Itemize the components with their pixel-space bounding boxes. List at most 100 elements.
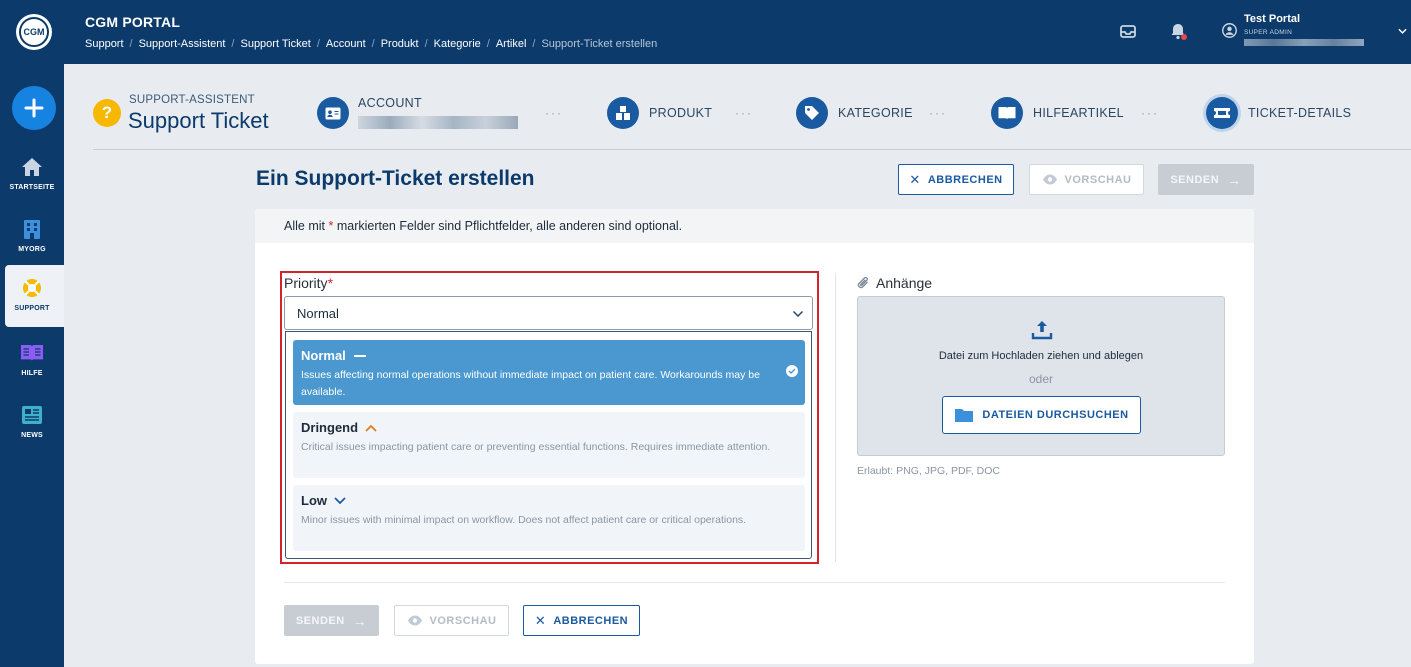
add-button[interactable] [12,86,56,130]
option-title: Normal [301,348,346,363]
cgm-logo[interactable]: CGM [16,14,52,50]
ticket-icon [1206,97,1238,129]
sidebar-item-support[interactable]: SUPPORT [5,265,64,327]
sidebar-item-startseite[interactable]: STARTSEITE [0,144,64,206]
send-button-bottom[interactable]: SENDEN → [284,605,379,636]
close-icon: ✕ [534,612,547,628]
priority-option-low[interactable]: Low Minor issues with minimal impact on … [293,485,805,551]
preview-button-top[interactable]: VORSCHAU [1029,164,1144,195]
close-icon: ✕ [909,171,921,187]
step-label-kategorie: KATEGORIE [838,106,913,120]
dash-icon [353,354,366,357]
help-badge-icon: ? [93,99,121,127]
lifebuoy-icon [23,279,41,297]
step-connector: ··· [545,106,563,120]
cancel-label: ABBRECHEN [927,173,1003,186]
breadcrumb-support-assistant[interactable]: Support-Assistent [139,38,226,50]
required-fields-note: Alle mit * markierten Felder sind Pflich… [255,209,1254,243]
app-title: CGM PORTAL [85,14,181,30]
upload-icon [1031,321,1053,340]
priority-select[interactable]: Normal [284,296,813,330]
open-book-icon [991,97,1023,129]
dropzone-or: oder [1028,372,1054,386]
breadcrumb-artikel[interactable]: Artikel [496,38,527,50]
check-icon [786,365,798,377]
boxes-icon [607,97,639,129]
send-label: SENDEN [1170,173,1220,186]
browse-files-label: DATEIEN DURCHSUCHEN [982,409,1129,421]
priority-selected-value: Normal [297,306,339,321]
sidebar-item-news[interactable]: NEWS [0,392,64,454]
page-title: Ein Support-Ticket erstellen [256,167,535,190]
option-title: Low [301,493,327,508]
logo-text: CGM [19,17,49,47]
form-footer-divider [284,582,1225,583]
step-label-account: ACCOUNT [358,96,422,110]
send-button-top[interactable]: SENDEN → [1158,164,1254,195]
option-description: Issues affecting normal operations witho… [301,369,760,398]
step-connector: ··· [929,106,947,120]
allowed-file-types: Erlaubt: PNG, JPG, PDF, DOC [857,465,1000,477]
preview-button-bottom[interactable]: VORSCHAU [394,605,509,636]
folder-icon [955,409,974,422]
stepper-title: Support Ticket [128,108,269,133]
user-role: SUPER ADMIN [1244,29,1293,36]
dropzone-text: Datei zum Hochladen ziehen und ablegen [938,350,1144,362]
book-icon [21,345,43,361]
attachments-label-text: Anhänge [876,275,933,291]
building-icon [24,220,40,239]
sidebar-item-label: STARTSEITE [9,184,55,191]
chevron-down-icon [792,310,804,318]
inbox-icon[interactable] [1119,22,1137,40]
chevron-up-icon [365,424,377,432]
account-name-redacted [358,116,518,129]
cancel-label: ABBRECHEN [553,614,629,627]
paperclip-icon [857,276,868,289]
sidebar-item-label: MYORG [18,246,46,253]
step-produkt[interactable]: PRODUKT [607,97,712,129]
file-dropzone[interactable]: Datei zum Hochladen ziehen und ablegen o… [857,296,1225,456]
stepper-divider [93,149,1411,150]
user-name: Test Portal [1244,13,1301,25]
sidebar-item-hilfe[interactable]: HILFE [0,330,64,392]
stepper-subtitle: SUPPORT-ASSISTENT [129,94,255,106]
eye-icon [1042,174,1057,185]
sidebar-item-label: SUPPORT [14,305,50,312]
breadcrumb-account[interactable]: Account [326,38,366,50]
step-account[interactable] [317,97,349,129]
step-ticket-details[interactable]: TICKET-DETAILS [1206,97,1351,129]
cancel-button-bottom[interactable]: ✕ ABBRECHEN [523,605,640,636]
attachments-label: Anhänge [857,275,932,291]
note-text-before: Alle mit [284,219,325,233]
chevron-down-icon [334,496,346,504]
breadcrumb-support[interactable]: Support [85,38,124,50]
browse-files-button[interactable]: DATEIEN DURCHSUCHEN [942,396,1141,434]
note-text-after: markierten Felder sind Pflichtfelder, al… [336,219,683,233]
breadcrumb-kategorie[interactable]: Kategorie [434,38,481,50]
step-hilfeartikel[interactable]: HILFEARTIKEL [991,97,1124,129]
breadcrumb-produkt[interactable]: Produkt [381,38,419,50]
cancel-button-top[interactable]: ✕ ABBRECHEN [898,164,1014,195]
sidebar-item-myorg[interactable]: MYORG [0,206,64,268]
option-description: Minor issues with minimal impact on work… [301,514,747,526]
user-icon [1222,23,1237,38]
priority-option-dringend[interactable]: Dringend Critical issues impacting patie… [293,412,805,478]
newspaper-icon [22,406,42,424]
step-connector: ··· [1141,106,1159,120]
sidebar-item-label: HILFE [21,370,43,377]
home-icon [22,158,42,176]
breadcrumb: Support / Support-Assistent / Support Tick… [85,38,658,50]
option-description: Critical issues impacting patient care o… [301,441,771,453]
priority-option-normal[interactable]: Normal Issues affecting normal operation… [293,340,805,405]
id-card-icon [317,97,349,129]
step-label-hilfeartikel: HILFEARTIKEL [1033,106,1124,120]
breadcrumb-current: Support-Ticket erstellen [541,38,658,50]
priority-label-text: Priority [284,275,328,291]
required-star: * [328,219,334,233]
bell-icon[interactable] [1169,22,1187,40]
sidebar: STARTSEITE MYORG SUPPORT HILFE NEWS [0,64,64,667]
arrow-right-icon: → [352,612,368,629]
step-kategorie[interactable]: KATEGORIE [796,97,913,129]
breadcrumb-support-ticket[interactable]: Support Ticket [240,38,310,50]
chevron-down-icon [1398,28,1407,34]
